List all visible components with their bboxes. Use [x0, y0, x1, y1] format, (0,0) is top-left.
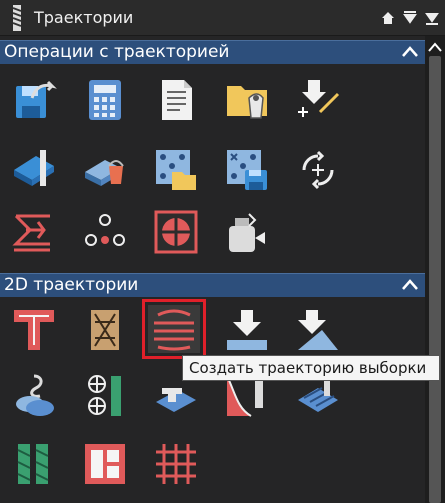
grid-pattern-icon[interactable] [152, 440, 200, 488]
post-processor-icon[interactable] [223, 208, 271, 256]
title-bar: Траектории [0, 0, 445, 36]
expand-panel-icon[interactable] [424, 10, 440, 26]
tiling-icon[interactable] [152, 208, 200, 256]
save-toolpath-icon[interactable] [10, 76, 58, 124]
rotate-move-icon[interactable] [294, 146, 342, 194]
toolpath-app-icon [12, 5, 22, 31]
section-operations-title: Операции с траекторией [4, 42, 230, 62]
import-toolpath-icon[interactable] [294, 76, 342, 124]
pocket-toolpath-icon[interactable] [142, 299, 206, 359]
material-block-icon[interactable] [10, 146, 58, 194]
toolpath-folder-icon[interactable] [152, 146, 200, 194]
drilling-circles-icon[interactable] [81, 372, 129, 420]
tooltip: Создать траекторию выборки [182, 355, 440, 381]
inlay-icon[interactable] [10, 372, 58, 420]
save-grid-icon[interactable] [223, 146, 271, 194]
material-bucket-icon[interactable] [81, 146, 129, 194]
collapse-chevron-up-icon[interactable] [401, 44, 419, 60]
drilling-down-icon[interactable] [223, 306, 271, 354]
node-circle-icon[interactable] [81, 208, 129, 256]
merge-toolpaths-icon[interactable] [10, 208, 58, 256]
section-2d-paths-title: 2D траектории [4, 275, 139, 295]
section-2d-paths-header[interactable]: 2D траектории [0, 273, 425, 297]
minimize-panel-icon[interactable] [402, 10, 418, 26]
collapse-chevron-up-icon[interactable] [401, 277, 419, 293]
chamfer-icon[interactable] [294, 306, 342, 354]
scrollbar[interactable] [425, 36, 445, 503]
frame-icon[interactable] [81, 440, 129, 488]
window-title: Траектории [34, 8, 134, 27]
scroll-up-icon[interactable] [427, 40, 443, 54]
vcarve-pattern-icon[interactable] [81, 306, 129, 354]
calculator-icon[interactable] [81, 76, 129, 124]
section-operations-header[interactable]: Операции с траекторией [0, 40, 425, 64]
folder-info-icon[interactable] [223, 76, 271, 124]
scroll-thumb[interactable] [429, 56, 441, 503]
document-icon[interactable] [152, 76, 200, 124]
spiral-flute-icon[interactable] [10, 440, 58, 488]
profile-t-icon[interactable] [10, 306, 58, 354]
home-icon[interactable] [380, 10, 396, 26]
